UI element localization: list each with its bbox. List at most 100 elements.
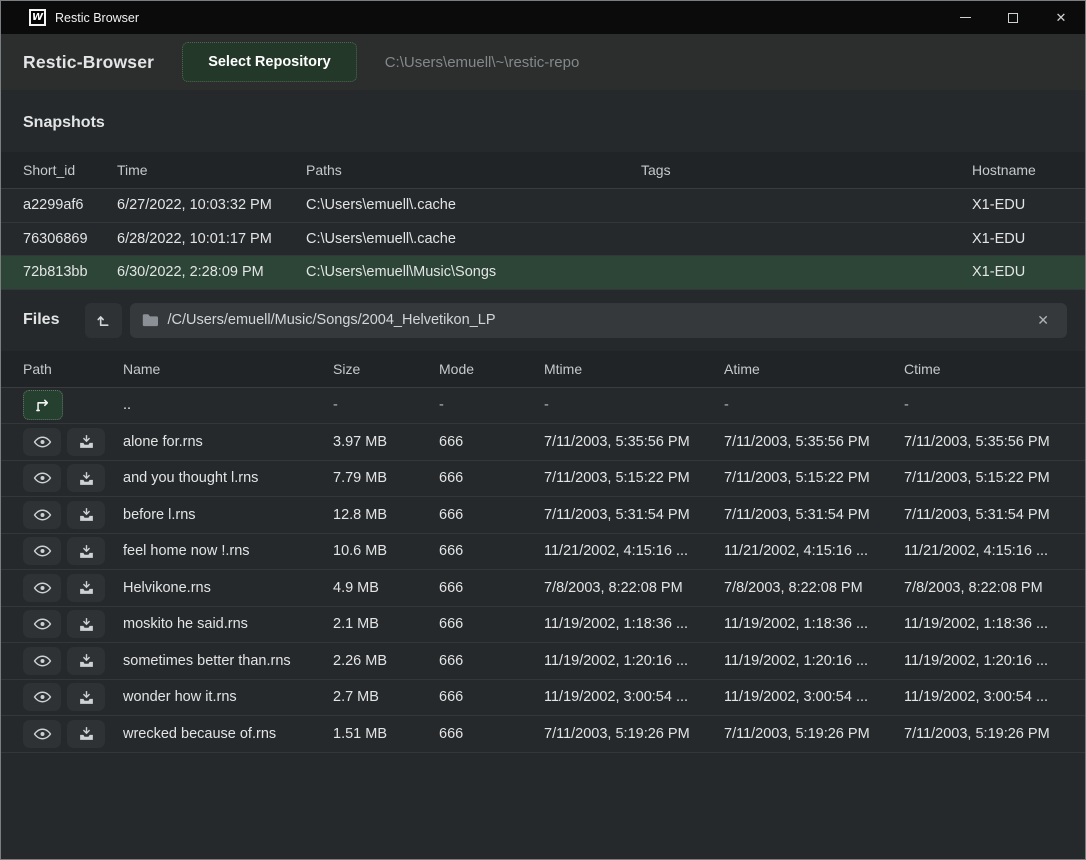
col-short-id: Short_id [23, 162, 117, 178]
app-header: Restic-Browser Select Repository C:\User… [1, 34, 1085, 90]
download-file-button[interactable] [67, 720, 105, 748]
file-mode: 666 [439, 470, 544, 486]
col-path: Path [23, 361, 123, 377]
file-name: wonder how it.rns [123, 689, 333, 705]
download-file-button[interactable] [67, 501, 105, 529]
file-mtime: 7/11/2003, 5:15:22 PM [544, 470, 724, 486]
download-file-button[interactable] [67, 610, 105, 638]
file-atime: 11/21/2002, 4:15:16 ... [724, 543, 904, 559]
file-mode: - [439, 397, 544, 413]
file-row[interactable]: Helvikone.rns 4.9 MB 666 7/8/2003, 8:22:… [1, 570, 1085, 607]
file-row[interactable]: and you thought l.rns 7.79 MB 666 7/11/2… [1, 461, 1085, 498]
snapshot-hostname: X1-EDU [972, 197, 1063, 213]
file-mode: 666 [439, 653, 544, 669]
view-file-button[interactable] [23, 683, 61, 711]
col-ctime: Ctime [904, 361, 1063, 377]
file-size: 4.9 MB [333, 580, 439, 596]
snapshot-hostname: X1-EDU [972, 264, 1063, 280]
file-ctime: 7/11/2003, 5:35:56 PM [904, 434, 1063, 450]
close-button[interactable]: ✕ [1037, 1, 1085, 34]
titlebar: W Restic Browser ✕ [1, 1, 1085, 34]
file-name: wrecked because of.rns [123, 726, 333, 742]
view-file-button[interactable] [23, 574, 61, 602]
window-controls: ✕ [941, 1, 1085, 34]
file-atime: 7/11/2003, 5:35:56 PM [724, 434, 904, 450]
file-row[interactable]: alone for.rns 3.97 MB 666 7/11/2003, 5:3… [1, 424, 1085, 461]
file-name: moskito he said.rns [123, 616, 333, 632]
download-file-button[interactable] [67, 428, 105, 456]
download-file-button[interactable] [67, 574, 105, 602]
minimize-icon [960, 17, 971, 18]
go-parent-directory-button[interactable] [23, 390, 63, 420]
file-ctime: 11/19/2002, 1:20:16 ... [904, 653, 1063, 669]
file-ctime: 7/11/2003, 5:15:22 PM [904, 470, 1063, 486]
file-mode: 666 [439, 689, 544, 705]
file-size: 2.7 MB [333, 689, 439, 705]
file-mtime: 7/11/2003, 5:31:54 PM [544, 507, 724, 523]
view-file-button[interactable] [23, 647, 61, 675]
file-mode: 666 [439, 616, 544, 632]
snapshot-short-id: 76306869 [23, 231, 117, 247]
snapshot-row-selected[interactable]: 72b813bb 6/30/2022, 2:28:09 PM C:\Users\… [1, 256, 1085, 290]
view-file-button[interactable] [23, 464, 61, 492]
file-name: Helvikone.rns [123, 580, 333, 596]
download-icon [78, 689, 95, 706]
file-row[interactable]: feel home now !.rns 10.6 MB 666 11/21/20… [1, 534, 1085, 571]
clear-path-button[interactable]: ✕ [1031, 308, 1055, 333]
file-name: sometimes better than.rns [123, 653, 333, 669]
snapshot-row[interactable]: a2299af6 6/27/2022, 10:03:32 PM C:\Users… [1, 189, 1085, 223]
file-mtime: 11/19/2002, 3:00:54 ... [544, 689, 724, 705]
col-mtime: Mtime [544, 361, 724, 377]
file-row[interactable]: wonder how it.rns 2.7 MB 666 11/19/2002,… [1, 680, 1085, 717]
file-atime: - [724, 397, 904, 413]
file-mode: 666 [439, 434, 544, 450]
close-icon: ✕ [1056, 10, 1067, 26]
snapshot-row[interactable]: 76306869 6/28/2022, 10:01:17 PM C:\Users… [1, 223, 1085, 257]
file-mtime: 7/11/2003, 5:19:26 PM [544, 726, 724, 742]
select-repository-button[interactable]: Select Repository [182, 42, 357, 82]
download-icon [78, 506, 95, 523]
file-row[interactable]: before l.rns 12.8 MB 666 7/11/2003, 5:31… [1, 497, 1085, 534]
snapshots-table-header: Short_id Time Paths Tags Hostname [1, 152, 1085, 189]
parent-directory-row[interactable]: .. - - - - - [1, 388, 1085, 425]
window-title: Restic Browser [55, 11, 139, 25]
file-row[interactable]: wrecked because of.rns 1.51 MB 666 7/11/… [1, 716, 1085, 753]
eye-icon [33, 434, 52, 450]
file-row[interactable]: moskito he said.rns 2.1 MB 666 11/19/200… [1, 607, 1085, 644]
col-mode: Mode [439, 361, 544, 377]
eye-icon [33, 726, 52, 742]
file-size: 10.6 MB [333, 543, 439, 559]
col-tags: Tags [641, 162, 972, 178]
file-size: 12.8 MB [333, 507, 439, 523]
maximize-button[interactable] [989, 1, 1037, 34]
download-file-button[interactable] [67, 683, 105, 711]
snapshot-hostname: X1-EDU [972, 231, 1063, 247]
file-size: 1.51 MB [333, 726, 439, 742]
eye-icon [33, 507, 52, 523]
view-file-button[interactable] [23, 720, 61, 748]
file-atime: 11/19/2002, 1:20:16 ... [724, 653, 904, 669]
view-file-button[interactable] [23, 428, 61, 456]
view-file-button[interactable] [23, 610, 61, 638]
file-mtime: 11/19/2002, 1:20:16 ... [544, 653, 724, 669]
files-toolbar: Files /C/Users/emuell/Music/Songs/2004_H… [1, 290, 1085, 351]
file-mtime: 7/11/2003, 5:35:56 PM [544, 434, 724, 450]
eye-icon [33, 580, 52, 596]
download-file-button[interactable] [67, 647, 105, 675]
col-time: Time [117, 162, 306, 178]
eye-icon [33, 470, 52, 486]
minimize-button[interactable] [941, 1, 989, 34]
download-file-button[interactable] [67, 537, 105, 565]
view-file-button[interactable] [23, 537, 61, 565]
file-row[interactable]: sometimes better than.rns 2.26 MB 666 11… [1, 643, 1085, 680]
current-path-text: /C/Users/emuell/Music/Songs/2004_Helveti… [167, 312, 1031, 328]
download-icon [78, 579, 95, 596]
file-atime: 11/19/2002, 1:18:36 ... [724, 616, 904, 632]
view-file-button[interactable] [23, 501, 61, 529]
wails-logo-icon: W [29, 9, 46, 26]
download-file-button[interactable] [67, 464, 105, 492]
level-up-button[interactable] [85, 303, 122, 338]
current-path-bar[interactable]: /C/Users/emuell/Music/Songs/2004_Helveti… [130, 303, 1067, 338]
snapshot-time: 6/28/2022, 10:01:17 PM [117, 231, 306, 247]
download-icon [78, 616, 95, 633]
